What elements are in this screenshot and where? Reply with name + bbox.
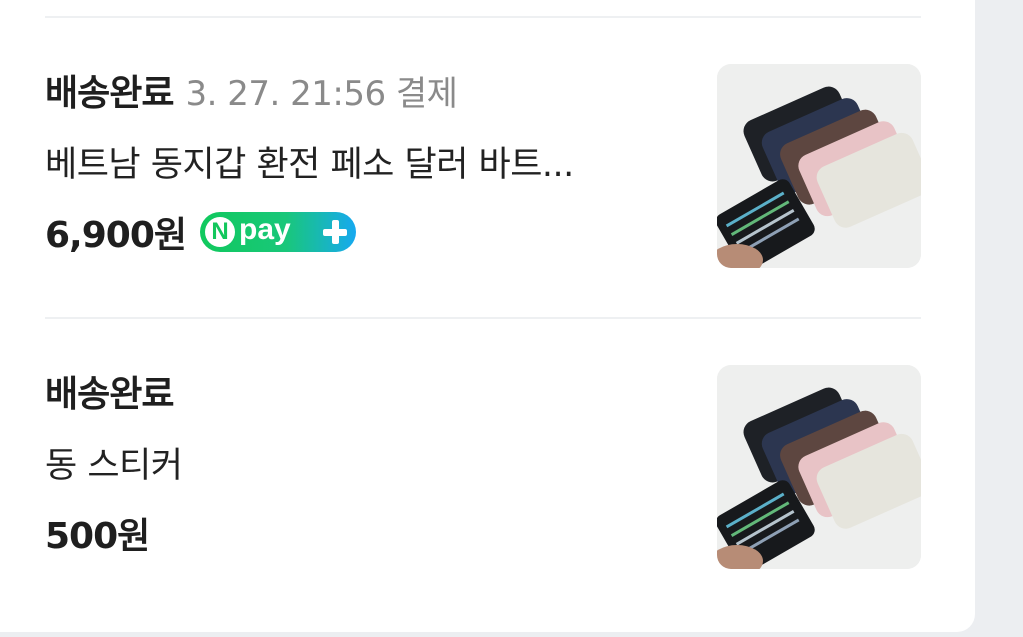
order-header: 배송완료 xyxy=(45,365,174,415)
divider xyxy=(45,16,921,18)
wallet-product-photo xyxy=(717,64,921,268)
order-list-card: 배송완료 3. 27. 21:56 결제 베트남 동지갑 환전 페소 달러 바트… xyxy=(0,0,975,632)
delivery-status: 배송완료 xyxy=(45,73,174,114)
product-title[interactable]: 베트남 동지갑 환전 페소 달러 바트... xyxy=(45,136,574,187)
product-price: 500원 xyxy=(45,516,150,557)
order-item[interactable]: 배송완료 동 스티커 500원 xyxy=(45,365,921,575)
product-title[interactable]: 동 스티커 xyxy=(45,437,183,488)
price-row: 6,900원 N pay xyxy=(45,206,356,258)
divider xyxy=(45,317,921,319)
price-row: 500원 xyxy=(45,507,150,559)
npay-n-icon: N xyxy=(205,217,235,247)
npay-label: pay xyxy=(239,213,291,246)
product-thumbnail[interactable] xyxy=(717,64,921,268)
delivery-status: 배송완료 xyxy=(45,374,174,415)
wallet-product-photo xyxy=(717,365,921,569)
plus-icon xyxy=(320,217,350,247)
order-item[interactable]: 배송완료 3. 27. 21:56 결제 베트남 동지갑 환전 페소 달러 바트… xyxy=(45,64,921,274)
npay-plus-badge: N pay xyxy=(200,212,356,252)
product-thumbnail[interactable] xyxy=(717,365,921,569)
order-header: 배송완료 3. 27. 21:56 결제 xyxy=(45,64,458,114)
payment-date: 3. 27. 21:56 결제 xyxy=(185,74,458,114)
product-price: 6,900원 xyxy=(45,215,187,256)
